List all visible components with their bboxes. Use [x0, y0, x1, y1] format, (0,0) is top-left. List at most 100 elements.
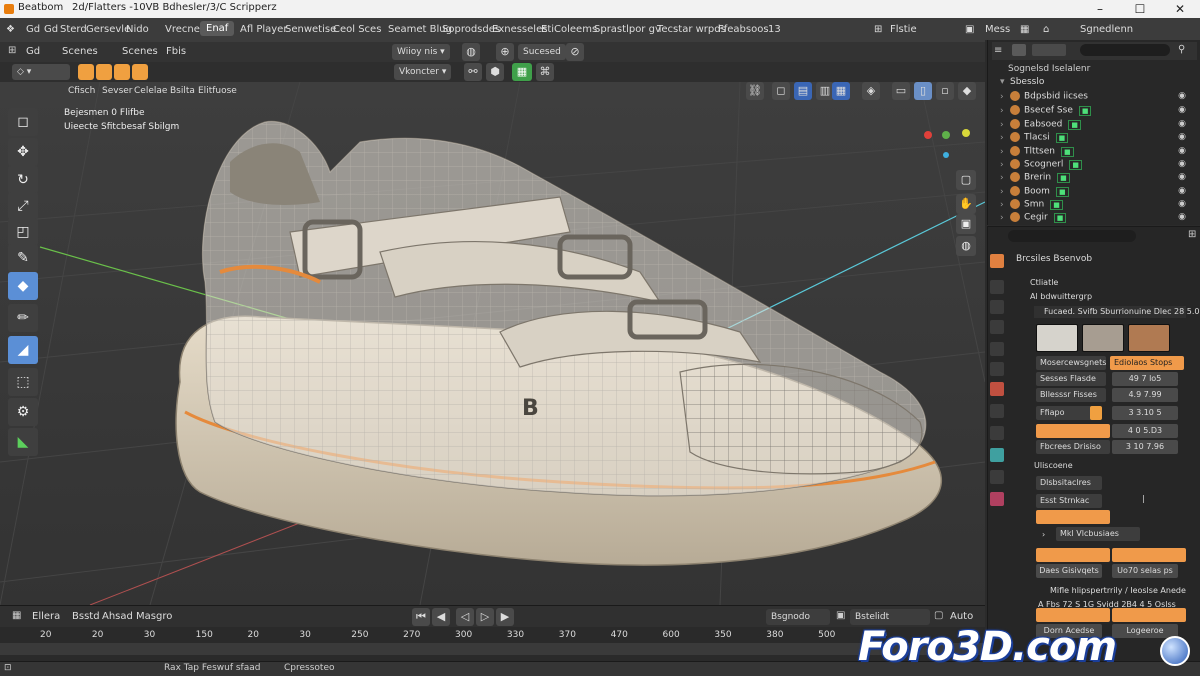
workspace-tab[interactable]: Afl Player: [240, 24, 287, 35]
prop-tab-view-layer[interactable]: [990, 320, 1004, 334]
prop-tab-constraints[interactable]: [990, 470, 1004, 484]
minimize-button[interactable]: –: [1080, 0, 1120, 18]
falloff-icon[interactable]: ⌘: [536, 63, 554, 81]
mode-selector[interactable]: Mkl Vlcbusiaes: [1056, 527, 1140, 541]
3d-viewport[interactable]: B: [0, 82, 985, 605]
measure-tool[interactable]: ◆: [8, 272, 38, 300]
render-shading-icon[interactable]: ▭: [892, 82, 910, 100]
outliner-collection[interactable]: ▾ Sbesslo: [1000, 77, 1196, 90]
outliner-item[interactable]: › Boom ■ ◉: [1000, 186, 1196, 199]
workspace-add-icon[interactable]: ⊞: [874, 24, 882, 35]
annotate-tool[interactable]: ✎: [8, 244, 38, 272]
modifier-badge-icon[interactable]: ■: [1069, 159, 1082, 170]
viewlayer-selector[interactable]: Wiioy nis ▾: [392, 44, 450, 60]
toggle-xray-icon[interactable]: ▤: [794, 82, 812, 100]
prop-row-value[interactable]: 49 7 lo5: [1112, 372, 1178, 386]
menu-item[interactable]: Vrecner: [165, 24, 204, 35]
visibility-eye-icon[interactable]: ◉: [1178, 146, 1186, 156]
section2-slider[interactable]: [1036, 510, 1110, 524]
shading-options-icon[interactable]: ▫: [936, 82, 954, 100]
expand-icon[interactable]: ›: [1000, 120, 1010, 130]
outliner-item[interactable]: › Tlttsen ■ ◉: [1000, 146, 1196, 159]
pivot-icon[interactable]: ⚯: [464, 63, 482, 81]
pan-view-icon[interactable]: ✋: [956, 194, 976, 214]
clock-icon[interactable]: ▣: [836, 610, 845, 621]
bottom-button-2[interactable]: Logeeroe: [1112, 624, 1178, 638]
scale-tool[interactable]: ⤢: [8, 192, 38, 220]
expand-icon[interactable]: ›: [1000, 147, 1010, 157]
scene-name-label[interactable]: Sgnedlenn: [1080, 24, 1133, 35]
close-button[interactable]: ✕: [1160, 0, 1200, 18]
outliner-item[interactable]: › Tlacsi ■ ◉: [1000, 132, 1196, 145]
visibility-eye-icon[interactable]: ◉: [1178, 119, 1186, 129]
expand-icon[interactable]: ›: [1000, 92, 1010, 102]
prop-keyframe-button[interactable]: [1090, 406, 1102, 420]
properties-options-icon[interactable]: ⊞: [1188, 229, 1196, 240]
outliner-item[interactable]: › Scognerl ■ ◉: [1000, 159, 1196, 172]
select-mode-face-button[interactable]: [114, 64, 130, 80]
start-frame-field[interactable]: Bstelidt: [850, 609, 930, 625]
bevel-tool[interactable]: ◣: [8, 428, 38, 456]
menu-item[interactable]: Gd: [26, 24, 40, 35]
texture-swatch-1[interactable]: [1036, 324, 1078, 352]
draw-tool[interactable]: ✏: [8, 304, 38, 332]
section2-row[interactable]: Dlsbsitaclres: [1036, 476, 1102, 490]
inset-tool[interactable]: ⚙: [8, 398, 38, 426]
expand-icon[interactable]: ›: [1000, 173, 1010, 183]
visibility-eye-icon[interactable]: ◉: [1178, 105, 1186, 115]
material-shading-icon[interactable]: ◈: [862, 82, 880, 100]
workspace-tab[interactable]: Ceol Sces: [333, 24, 381, 35]
prop-tab-material[interactable]: [990, 492, 1004, 506]
prop-row-slider[interactable]: [1036, 424, 1110, 438]
solid-shading-icon[interactable]: ▦: [832, 82, 850, 100]
action-button-1[interactable]: Daes Gisivqets: [1036, 564, 1102, 578]
select-mode-edge-button[interactable]: [96, 64, 112, 80]
prop-row-value[interactable]: Ediolaos Stops: [1110, 356, 1184, 370]
timeline-menu[interactable]: Masgro: [136, 611, 172, 622]
outliner-item[interactable]: › Bdpsbid iicses ◉: [1000, 91, 1196, 104]
prop-row-value[interactable]: 4.9 7.99: [1112, 388, 1178, 402]
expand-icon[interactable]: ›: [1000, 187, 1010, 197]
outliner-item[interactable]: › Cegir ■ ◉: [1000, 212, 1196, 225]
workspace-right-label[interactable]: Flstie: [890, 24, 917, 35]
menu-item[interactable]: Sterd: [60, 24, 87, 35]
prop-tab-render[interactable]: [990, 280, 1004, 294]
viewport-shading-icon[interactable]: ◍: [462, 43, 480, 61]
header-tab[interactable]: Fbis: [166, 46, 186, 57]
prev-key-icon[interactable]: ◀: [432, 608, 450, 626]
timeline-menu[interactable]: Ellera: [32, 611, 60, 622]
expand-icon[interactable]: ›: [1000, 200, 1010, 210]
timeline-menu[interactable]: Ahsad: [102, 611, 133, 622]
snap-icon[interactable]: ⊘: [566, 43, 584, 61]
proportional-edit-icon[interactable]: ▦: [512, 63, 532, 81]
menu-item[interactable]: Gersevle: [86, 24, 130, 35]
view-dropdown[interactable]: Vkoncter ▾: [394, 64, 452, 80]
square-icon[interactable]: ◻: [772, 82, 790, 100]
prop-tab-world[interactable]: [990, 362, 1004, 376]
outliner-item[interactable]: › Bsecef Sse ■ ◉: [1000, 105, 1196, 118]
modifier-badge-icon[interactable]: ■: [1050, 199, 1063, 210]
modifier-badge-icon[interactable]: ■: [1055, 186, 1069, 197]
blender-menu-icon[interactable]: ❖: [6, 24, 15, 35]
mode-arrow-icon[interactable]: ›: [1042, 530, 1045, 539]
modifier-badge-icon[interactable]: ■: [1061, 146, 1074, 157]
header-tab[interactable]: Scenes: [62, 46, 98, 57]
visibility-eye-icon[interactable]: ◉: [1178, 91, 1186, 101]
add-cube-tool[interactable]: ◢: [8, 336, 38, 364]
prop-row-value[interactable]: 3 3.10 5: [1112, 406, 1178, 420]
filter-icon[interactable]: [1012, 44, 1026, 56]
workspace-tab[interactable]: Exnesseles: [492, 24, 547, 35]
visibility-eye-icon[interactable]: ◉: [1178, 186, 1186, 196]
end-icon[interactable]: ▢: [934, 610, 943, 621]
camera-icon[interactable]: ◆: [958, 82, 976, 100]
expand-icon[interactable]: ▾: [1000, 77, 1010, 87]
rotate-tool[interactable]: ↻: [8, 166, 38, 194]
expand-icon[interactable]: ›: [1000, 106, 1010, 116]
scene-icon[interactable]: ▣: [965, 24, 974, 35]
expand-icon[interactable]: ›: [1000, 133, 1010, 143]
mode-dropdown[interactable]: ◇ ▾: [12, 64, 70, 80]
play-reverse-icon[interactable]: ◁: [456, 608, 474, 626]
menu-item[interactable]: Nido: [126, 24, 149, 35]
select-mode-extra-button[interactable]: [132, 64, 148, 80]
modifier-badge-icon[interactable]: ■: [1068, 119, 1081, 130]
